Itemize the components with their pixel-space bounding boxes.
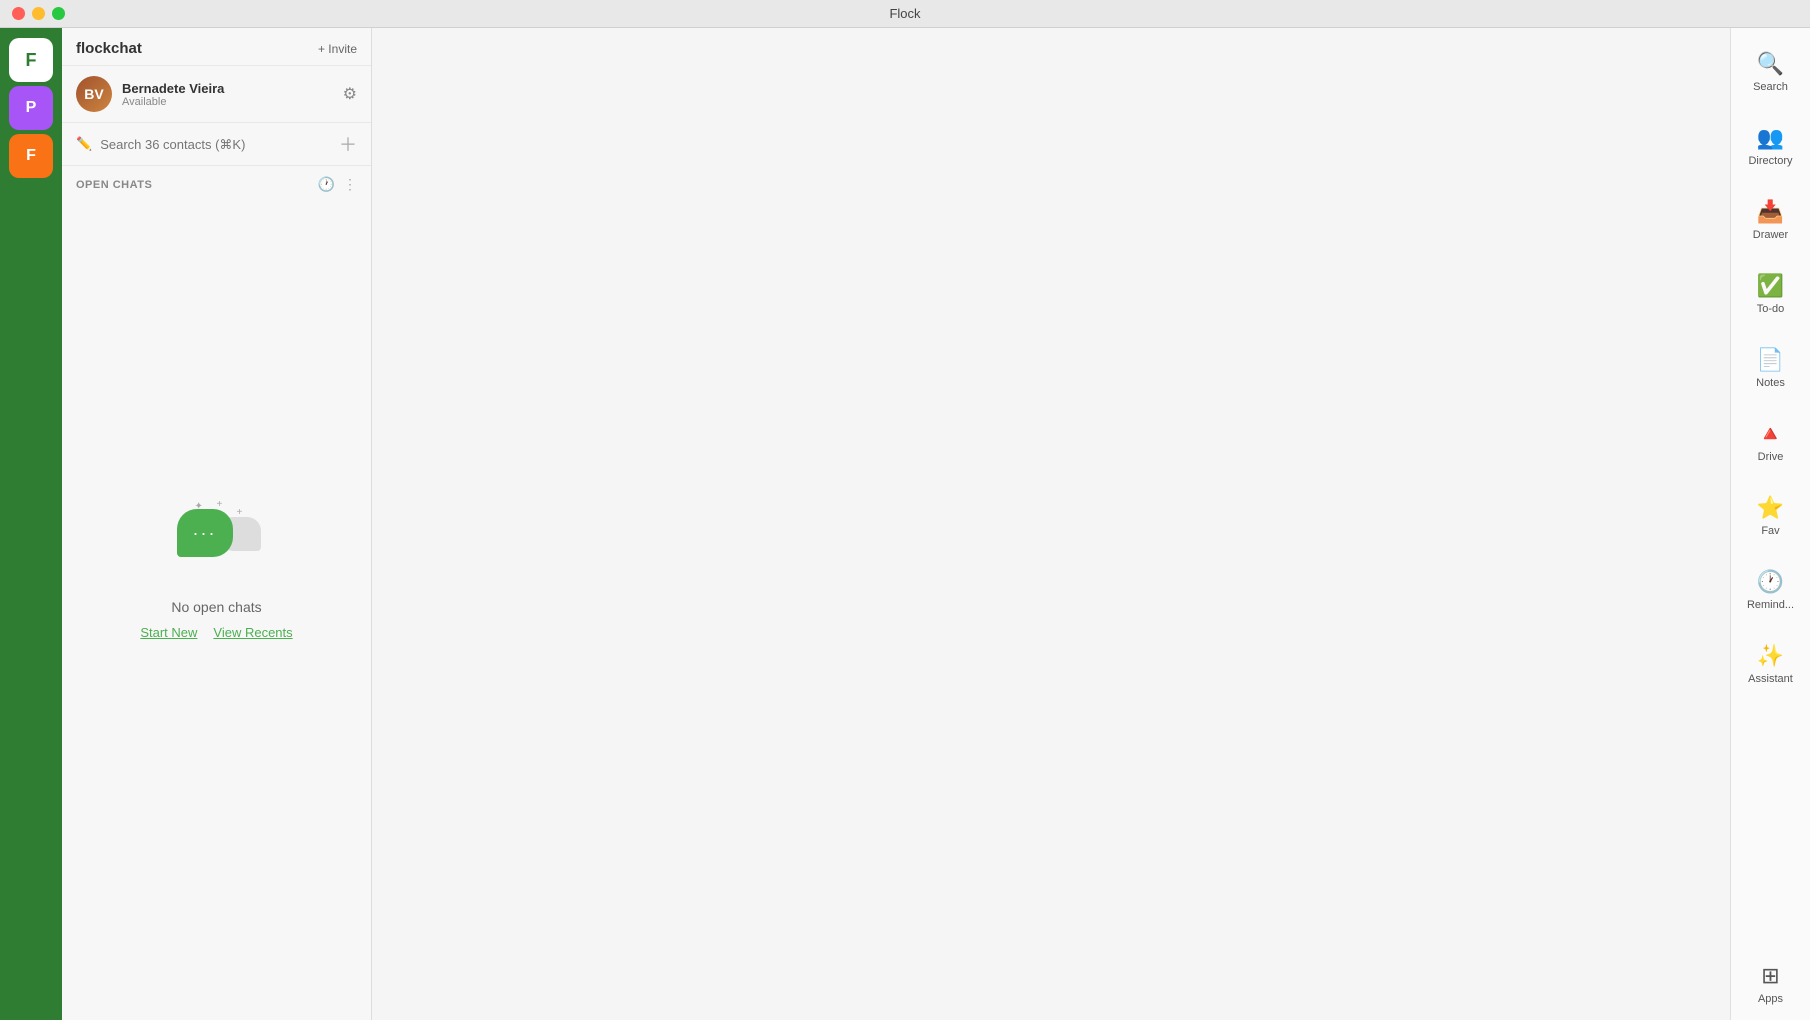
- sidebar-item-notes[interactable]: 📄 Notes: [1735, 332, 1807, 404]
- app-container: F P F flockchat + Invite BV Bernadete Vi…: [0, 28, 1810, 1020]
- view-recents-button[interactable]: View Recents: [213, 625, 292, 640]
- team-f-icon[interactable]: F: [9, 134, 53, 178]
- edit-icon: ✏️: [76, 136, 92, 152]
- sparkle-2: +: [217, 499, 223, 510]
- reminders-label: Remind...: [1747, 599, 1794, 611]
- reminders-icon: 🕐: [1757, 569, 1784, 595]
- sidebar-item-fav[interactable]: ⭐ Fav: [1735, 480, 1807, 552]
- drive-label: Drive: [1758, 451, 1784, 463]
- chat-illustration: ✦ + + ···: [167, 499, 267, 579]
- sidebar-header: flockchat + Invite: [62, 28, 371, 66]
- search-input[interactable]: [100, 137, 331, 152]
- notes-label: Notes: [1756, 377, 1785, 389]
- close-button[interactable]: [12, 7, 25, 20]
- todo-icon: ✅: [1757, 273, 1784, 299]
- title-bar: Flock: [0, 0, 1810, 28]
- open-chats-header: OPEN CHATS 🕐 ⋮: [62, 166, 371, 199]
- flock-main-icon[interactable]: F: [9, 38, 53, 82]
- add-contact-button[interactable]: ＋: [339, 131, 357, 157]
- start-new-button[interactable]: Start New: [140, 625, 197, 640]
- invite-button[interactable]: + Invite: [318, 42, 357, 56]
- user-name: Bernadete Vieira: [122, 81, 333, 96]
- chat-links: Start New View Recents: [140, 625, 292, 640]
- recent-chats-button[interactable]: 🕐: [318, 176, 335, 193]
- drawer-label: Drawer: [1753, 229, 1788, 241]
- fav-icon: ⭐: [1757, 495, 1784, 521]
- notes-icon: 📄: [1757, 347, 1784, 373]
- open-chats-label: OPEN CHATS: [76, 179, 152, 191]
- avatar: BV: [76, 76, 112, 112]
- search-icon: 🔍: [1757, 51, 1784, 77]
- maximize-button[interactable]: [52, 7, 65, 20]
- assistant-label: Assistant: [1748, 673, 1793, 685]
- sidebar-item-apps[interactable]: ⊞ Apps: [1735, 948, 1807, 1020]
- user-status: Available: [122, 96, 333, 108]
- sidebar-item-assistant[interactable]: ✨ Assistant: [1735, 628, 1807, 700]
- drawer-icon: 📥: [1757, 199, 1784, 225]
- sidebar-item-directory[interactable]: 👥 Directory: [1735, 110, 1807, 182]
- bubble-dots: ···: [193, 523, 217, 544]
- sidebar-item-drawer[interactable]: 📥 Drawer: [1735, 184, 1807, 256]
- search-label: Search: [1753, 81, 1788, 93]
- team-p-icon[interactable]: P: [9, 86, 53, 130]
- right-sidebar: 🔍 Search 👥 Directory 📥 Drawer ✅ To-do 📄 …: [1730, 28, 1810, 1020]
- user-info: Bernadete Vieira Available: [122, 81, 333, 108]
- directory-icon: 👥: [1757, 125, 1784, 151]
- bubble-main: ···: [177, 509, 233, 557]
- sidebar-item-search[interactable]: 🔍 Search: [1735, 36, 1807, 108]
- apps-icon: ⊞: [1761, 963, 1779, 989]
- fav-label: Fav: [1761, 525, 1779, 537]
- minimize-button[interactable]: [32, 7, 45, 20]
- sidebar-item-drive[interactable]: 🔺 Drive: [1735, 406, 1807, 478]
- user-row: BV Bernadete Vieira Available ⚙: [62, 66, 371, 123]
- empty-chats: ✦ + + ··· No open chats Start New View R…: [62, 199, 371, 1020]
- window-controls[interactable]: [12, 7, 65, 20]
- more-options-button[interactable]: ⋮: [343, 176, 357, 193]
- app-icon-strip: F P F: [0, 28, 62, 1020]
- no-chats-message: No open chats: [171, 599, 261, 615]
- settings-icon[interactable]: ⚙: [343, 84, 357, 104]
- window-title: Flock: [889, 6, 920, 21]
- sidebar-item-todo[interactable]: ✅ To-do: [1735, 258, 1807, 330]
- todo-label: To-do: [1757, 303, 1785, 315]
- sidebar: flockchat + Invite BV Bernadete Vieira A…: [62, 28, 372, 1020]
- drive-icon: 🔺: [1757, 421, 1784, 447]
- team-name: flockchat: [76, 40, 142, 57]
- apps-label: Apps: [1758, 993, 1783, 1005]
- search-bar: ✏️ ＋: [62, 123, 371, 166]
- header-actions: 🕐 ⋮: [318, 176, 357, 193]
- sidebar-item-reminders[interactable]: 🕐 Remind...: [1735, 554, 1807, 626]
- directory-label: Directory: [1748, 155, 1792, 167]
- assistant-icon: ✨: [1757, 643, 1784, 669]
- main-content: [372, 28, 1730, 1020]
